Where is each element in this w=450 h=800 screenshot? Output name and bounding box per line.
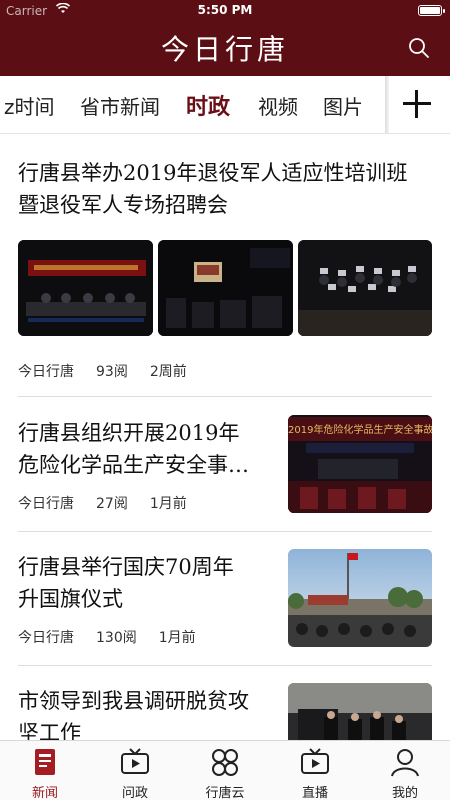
tabbar-label: 问政 [121,786,148,800]
tv-icon [119,748,151,778]
tab-time[interactable]: z时间 [4,91,55,120]
article-reads: 27阅 [96,496,128,512]
article-title: 行唐县组织开展2019年 危险化学品生产安全事… [18,417,249,481]
flag-raising-photo [288,549,432,647]
tabbar-item-news[interactable]: 新闻 [0,745,90,800]
drill-banner-photo: 2019年危险化学品生产安全事故救援演习 [288,415,432,513]
article-title-line: 市领导到我县调研脱贫攻 [18,689,249,713]
app-header: Carrier 5:50 PM 今日行唐 [0,0,450,76]
list-item[interactable]: 市领导到我县调研脱贫攻 坚工作 [0,665,450,740]
tabbar-label: 直播 [301,786,328,800]
audience-seated-photo [298,240,432,336]
projector-screen-photo [158,240,293,336]
article-title-line: 危险化学品生产安全事… [18,453,249,477]
inspection-photo [288,683,432,740]
status-bar: Carrier 5:50 PM [0,0,450,22]
tab-province-news[interactable]: 省市新闻 [80,91,160,120]
article-source: 今日行唐 [18,364,74,380]
article-source: 今日行唐 [18,630,74,646]
tabbar-label: 行唐云 [205,786,245,800]
tabbar-item-inquiry[interactable]: 问政 [90,745,180,800]
live-tv-icon [299,748,331,778]
meeting-stage-photo [18,240,153,336]
article-title: 行唐县举办2019年退役军人适应性培训班 暨退役军人专场招聘会 [18,157,407,221]
tabbar-label: 我的 [391,786,418,800]
app-title: 今日行唐 [160,33,289,66]
tab-divider [385,76,389,133]
tab-video[interactable]: 视频 [258,91,298,120]
article-time: 2周前 [149,364,187,380]
status-time: 5:50 PM [197,3,253,17]
list-item[interactable]: 行唐县举行国庆70周年 升国旗仪式 今日行唐 130阅 1月前 [0,531,450,666]
bottom-tab-bar: 新闻 问政 行唐云 直播 我的 [0,740,450,800]
tabbar-item-live[interactable]: 直播 [270,745,360,800]
article-title-line: 行唐县举行国庆70周年 [18,555,234,579]
category-tabs: z时间 省市新闻 时政 视频 图片 [0,76,450,134]
news-feed[interactable]: 行唐县举办2019年退役军人适应性培训班 暨退役军人专场招聘会 今日行唐 93阅… [0,135,450,740]
user-icon [389,748,421,778]
article-reads: 93阅 [96,364,128,380]
article-meta: 今日行唐 130阅 1月前 [18,627,218,647]
article-title-line: 行唐县组织开展2019年 [18,421,240,445]
list-item[interactable]: 行唐县举办2019年退役军人适应性培训班 暨退役军人专场招聘会 今日行唐 93阅… [0,135,450,397]
article-title-line: 暨退役军人专场招聘会 [18,193,228,217]
article-meta: 今日行唐 93阅 2周前 [18,361,209,381]
tabbar-item-mine[interactable]: 我的 [360,745,450,800]
battery-icon [418,5,445,16]
tabbar-item-cloud[interactable]: 行唐云 [180,745,270,800]
search-icon[interactable] [408,37,430,59]
article-title-line: 坚工作 [18,721,81,740]
tab-pictures[interactable]: 图片 [323,91,363,120]
article-meta: 今日行唐 27阅 1月前 [18,493,209,513]
article-title-line: 升国旗仪式 [18,587,123,611]
tab-politics[interactable]: 时政 [186,89,230,121]
tabbar-label: 新闻 [31,786,58,800]
article-reads: 130阅 [96,630,137,646]
list-item[interactable]: 行唐县组织开展2019年 危险化学品生产安全事… 今日行唐 27阅 1月前 2019… [0,397,450,532]
news-icon [29,748,61,778]
cloud-icon [209,748,241,778]
article-title: 市领导到我县调研脱贫攻 坚工作 [18,685,249,740]
article-title: 行唐县举行国庆70周年 升国旗仪式 [18,551,234,615]
article-source: 今日行唐 [18,496,74,512]
article-time: 1月前 [149,496,187,512]
article-title-line: 行唐县举办2019年退役军人适应性培训班 [18,161,408,185]
plus-icon[interactable] [400,87,434,121]
article-time: 1月前 [158,630,196,646]
banner-text: 2019年危险化学品生产安全事故救援演习 [288,425,432,436]
